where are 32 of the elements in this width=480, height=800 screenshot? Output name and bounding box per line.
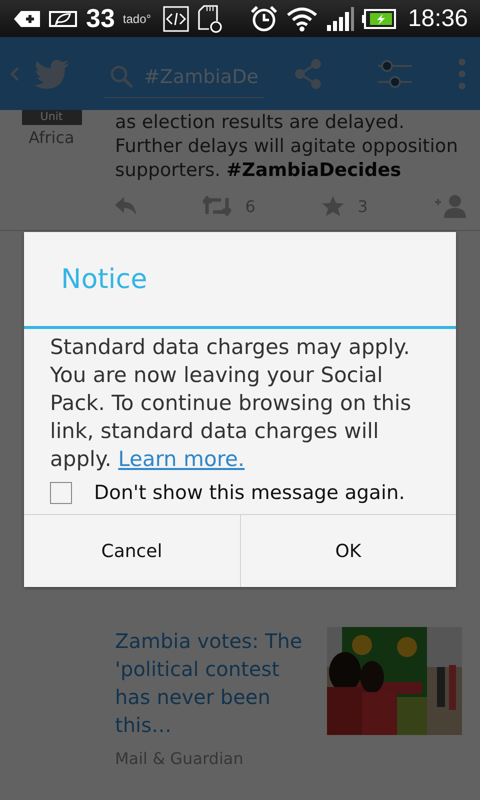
code-icon xyxy=(163,6,190,32)
checkbox-label: Don't show this message again. xyxy=(94,481,405,504)
clock-time: 18:36 xyxy=(408,4,468,32)
back-chevron-icon xyxy=(10,66,20,82)
signal-icon xyxy=(326,6,354,30)
share-icon[interactable] xyxy=(294,58,322,88)
article-title[interactable]: Zambia votes: The 'political contest has never been this… xyxy=(115,627,315,739)
learn-more-link[interactable]: Learn more. xyxy=(118,447,245,471)
sd-card-sync-icon xyxy=(197,4,224,32)
temperature-reading: 33 xyxy=(86,3,115,34)
dialog-button[interactable]: OK xyxy=(240,515,456,587)
alarm-clock-icon xyxy=(250,4,278,32)
retweet-icon[interactable] xyxy=(203,196,232,216)
leaf-battery-icon xyxy=(48,10,78,28)
reply-icon[interactable] xyxy=(115,197,137,215)
settings-sliders-icon[interactable] xyxy=(378,58,412,88)
star-icon[interactable] xyxy=(322,196,344,216)
overflow-menu-icon[interactable] xyxy=(458,58,466,90)
app-label: tado° xyxy=(122,12,152,26)
dialog-button[interactable]: Cancel xyxy=(24,515,240,587)
follow-person-icon[interactable] xyxy=(434,194,466,218)
checkbox[interactable] xyxy=(50,482,72,504)
battery-charging-icon xyxy=(362,8,396,28)
tweet-text: as election results are delayed. Further delays will agitate opposition supporters. #ZambiaDecides xyxy=(115,111,459,183)
wifi-icon xyxy=(286,6,318,32)
author-label: Africa xyxy=(28,128,74,147)
avatar-caption: Unit xyxy=(22,110,82,125)
plus-tag-icon xyxy=(14,10,40,28)
dialog-message: Standard data charges may apply. You are now leaving your Social Pack. To continue browsing on this link, standard data charges will apply. Learn more. xyxy=(49,334,412,473)
bird-logo-icon xyxy=(34,58,70,88)
dialog-title: Notice xyxy=(60,263,148,296)
search-icon xyxy=(110,65,134,89)
